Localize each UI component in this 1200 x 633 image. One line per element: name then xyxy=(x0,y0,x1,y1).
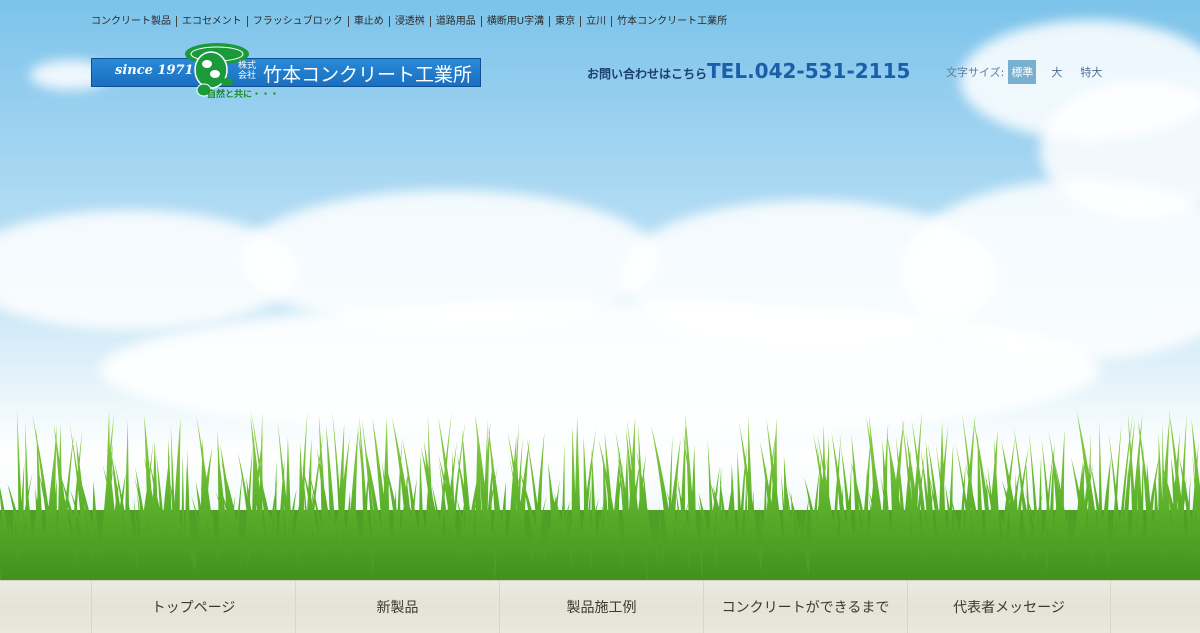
font-size-large-button[interactable]: 大 xyxy=(1048,60,1065,84)
grass-blades xyxy=(0,409,1200,584)
top-link-eco-cement[interactable]: エコセメント xyxy=(176,15,247,27)
phone-number[interactable]: TEL.042-531-2115 xyxy=(707,59,910,83)
top-link-car-stop[interactable]: 車止め xyxy=(347,15,389,27)
company-logo[interactable]: since 1971 株式会社 竹本コンクリート工業所 自然と共に・・・ xyxy=(91,40,481,102)
logo-corp-type: 株式会社 xyxy=(238,61,257,81)
nav-item-construction-examples[interactable]: 製品施工例 xyxy=(499,581,703,633)
top-link-company[interactable]: 竹本コンクリート工業所 xyxy=(611,15,732,27)
nav-item-president-message[interactable]: 代表者メッセージ xyxy=(907,581,1111,633)
top-link-u-gutter[interactable]: 横断用U字溝 xyxy=(480,15,549,27)
nav-item-how-concrete-is-made[interactable]: コンクリートができるまで xyxy=(703,581,907,633)
font-size-label: 文字サイズ: xyxy=(946,66,1005,79)
logo-slogan: 自然と共に・・・ xyxy=(207,90,280,100)
logo-company-name: 竹本コンクリート工業所 xyxy=(263,64,473,86)
font-size-switcher: 文字サイズ: 標準 大 特大 xyxy=(946,60,1105,84)
contact-info: お問い合わせはこちらTEL.042-531-2115 xyxy=(587,59,910,83)
top-link-bar: コンクリート製品 エコセメント フラッシュブロック 車止め 浸透桝 道路用品 横… xyxy=(91,14,732,28)
font-size-xlarge-button[interactable]: 特大 xyxy=(1077,60,1105,84)
top-link-flash-block[interactable]: フラッシュブロック xyxy=(246,15,348,27)
top-link-road-supplies[interactable]: 道路用品 xyxy=(429,15,481,27)
nav-item-top-page[interactable]: トップページ xyxy=(91,581,295,633)
grass-field xyxy=(0,400,1200,584)
main-navigation: トップページ 新製品 製品施工例 コンクリートができるまで 代表者メッセージ xyxy=(0,580,1200,633)
top-link-concrete-products[interactable]: コンクリート製品 xyxy=(91,16,176,27)
font-size-standard-button[interactable]: 標準 xyxy=(1008,60,1037,84)
top-link-tachikawa[interactable]: 立川 xyxy=(580,15,611,27)
logo-since-text: since 1971 xyxy=(115,63,194,78)
top-link-infiltration-basin[interactable]: 浸透桝 xyxy=(388,15,430,27)
nav-item-new-products[interactable]: 新製品 xyxy=(295,581,499,633)
top-link-tokyo[interactable]: 東京 xyxy=(549,15,580,27)
contact-label: お問い合わせはこちら xyxy=(587,67,708,81)
